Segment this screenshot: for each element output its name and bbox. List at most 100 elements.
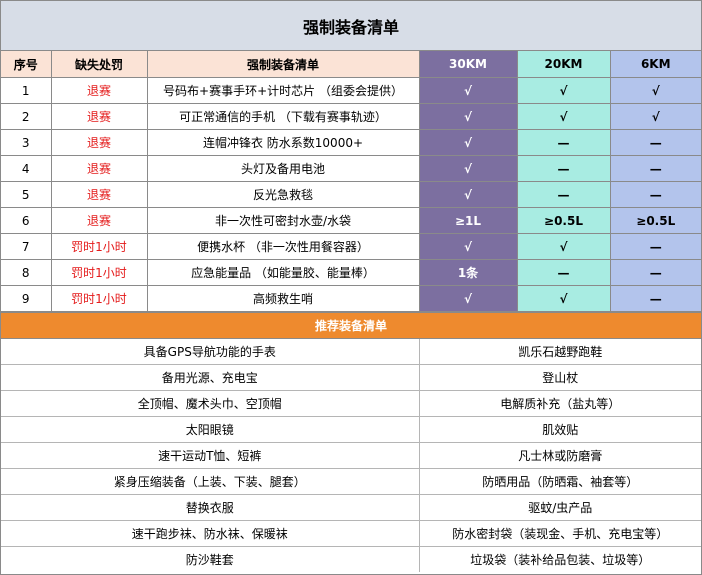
list-item: 具备GPS导航功能的手表 凯乐石越野跑鞋	[1, 339, 701, 365]
table-row: 2 退赛 可正常通信的手机 （下载有赛事轨迹） √ √ √	[1, 103, 701, 130]
table-row: 3 退赛 连帽冲锋衣 防水系数10000+ √ — —	[1, 129, 701, 156]
cell-penalty: 退赛	[50, 129, 148, 156]
cell-30km: √	[418, 233, 518, 260]
recommended-item-right: 凡士林或防磨膏	[418, 442, 701, 469]
cell-item: 头灯及备用电池	[146, 155, 420, 182]
recommended-item-left: 全顶帽、魔术头巾、空顶帽	[1, 390, 420, 417]
recommended-item-right: 电解质补充（盐丸等）	[418, 390, 701, 417]
cell-20km: √	[516, 233, 611, 260]
cell-20km: √	[516, 103, 611, 130]
cell-30km: √	[418, 77, 518, 104]
header-no: 序号	[1, 51, 52, 78]
table-row: 7 罚时1小时 便携水杯 （非一次性用餐容器） √ √ —	[1, 233, 701, 260]
cell-item: 可正常通信的手机 （下载有赛事轨迹）	[146, 103, 420, 130]
cell-no: 5	[1, 181, 52, 208]
mandatory-header-row: 序号 缺失处罚 强制装备清单 30KM 20KM 6KM	[1, 51, 701, 78]
list-item: 防沙鞋套 垃圾袋（装补给品包装、垃圾等）	[1, 546, 701, 572]
table-row: 8 罚时1小时 应急能量品 （如能量胶、能量棒） 1条 — —	[1, 259, 701, 286]
recommended-item-right: 防晒用品（防晒霜、袖套等）	[418, 468, 701, 495]
cell-6km: √	[609, 103, 701, 130]
equipment-sheet: 强制装备清单 序号 缺失处罚 强制装备清单 30KM 20KM 6KM 1 退赛号…	[0, 0, 702, 575]
cell-20km: —	[516, 181, 611, 208]
cell-6km: ≥0.5L	[609, 207, 701, 234]
list-item: 速干运动T恤、短裤 凡士林或防磨膏	[1, 442, 701, 469]
cell-item: 号码布+赛事手环+计时芯片 （组委会提供）	[146, 77, 420, 104]
cell-penalty: 退赛	[50, 207, 148, 234]
list-item: 备用光源、充电宝 登山杖	[1, 364, 701, 391]
recommended-item-left: 备用光源、充电宝	[1, 364, 420, 391]
cell-20km: ≥0.5L	[516, 207, 611, 234]
cell-penalty: 罚时1小时	[50, 285, 148, 312]
cell-item: 反光急救毯	[146, 181, 420, 208]
cell-penalty: 退赛	[50, 77, 148, 104]
cell-no: 7	[1, 233, 52, 260]
recommended-item-left: 替换衣服	[1, 494, 420, 521]
cell-30km: √	[418, 129, 518, 156]
recommended-item-right: 垃圾袋（装补给品包装、垃圾等）	[418, 546, 701, 572]
cell-item: 应急能量品 （如能量胶、能量棒）	[146, 259, 420, 286]
cell-20km: —	[516, 155, 611, 182]
cell-no: 4	[1, 155, 52, 182]
cell-30km: √	[418, 285, 518, 312]
header-20km: 20KM	[516, 51, 611, 78]
list-item: 太阳眼镜 肌效贴	[1, 416, 701, 443]
recommended-item-left: 太阳眼镜	[1, 416, 420, 443]
cell-6km: —	[609, 181, 701, 208]
cell-no: 8	[1, 259, 52, 286]
recommended-item-right: 肌效贴	[418, 416, 701, 443]
cell-no: 3	[1, 129, 52, 156]
cell-30km: √	[418, 103, 518, 130]
recommended-item-left: 防沙鞋套	[1, 546, 420, 572]
recommended-item-left: 具备GPS导航功能的手表	[1, 339, 420, 365]
cell-no: 2	[1, 103, 52, 130]
cell-item: 高频救生哨	[146, 285, 420, 312]
table-row: 9 罚时1小时 高频救生哨 √ √ —	[1, 285, 701, 312]
cell-penalty: 罚时1小时	[50, 259, 148, 286]
cell-6km: —	[609, 233, 701, 260]
table-row: 4 退赛 头灯及备用电池 √ — —	[1, 155, 701, 182]
cell-6km: √	[609, 77, 701, 104]
cell-item: 非一次性可密封水壶/水袋	[146, 207, 420, 234]
cell-penalty: 罚时1小时	[50, 233, 148, 260]
list-item: 替换衣服 驱蚊/虫产品	[1, 494, 701, 521]
recommended-item-left: 速干跑步袜、防水袜、保暖袜	[1, 520, 420, 547]
cell-penalty: 退赛	[50, 155, 148, 182]
cell-6km: —	[609, 129, 701, 156]
cell-penalty: 退赛	[50, 103, 148, 130]
recommended-item-right: 登山杖	[418, 364, 701, 391]
recommended-item-right: 驱蚊/虫产品	[418, 494, 701, 521]
cell-item: 连帽冲锋衣 防水系数10000+	[146, 129, 420, 156]
cell-20km: —	[516, 259, 611, 286]
cell-30km: 1条	[418, 259, 518, 286]
table-row: 5 退赛 反光急救毯 √ — —	[1, 181, 701, 208]
cell-no: 6	[1, 207, 52, 234]
recommended-item-left: 紧身压缩装备（上装、下装、腿套）	[1, 468, 420, 495]
cell-6km: —	[609, 285, 701, 312]
cell-item: 便携水杯 （非一次性用餐容器）	[146, 233, 420, 260]
header-6km: 6KM	[609, 51, 701, 78]
cell-20km: —	[516, 129, 611, 156]
recommended-table: 具备GPS导航功能的手表 凯乐石越野跑鞋 备用光源、充电宝 登山杖 全顶帽、魔术头巾、空…	[1, 339, 701, 572]
recommended-section-title: 推荐装备清单	[1, 312, 701, 339]
cell-no: 1	[1, 77, 52, 104]
header-item: 强制装备清单	[146, 51, 420, 78]
cell-30km: √	[418, 155, 518, 182]
list-item: 速干跑步袜、防水袜、保暖袜 防水密封袋（装现金、手机、充电宝等）	[1, 520, 701, 547]
list-item: 紧身压缩装备（上装、下装、腿套） 防晒用品（防晒霜、袖套等）	[1, 468, 701, 495]
list-item: 全顶帽、魔术头巾、空顶帽 电解质补充（盐丸等）	[1, 390, 701, 417]
cell-no: 9	[1, 285, 52, 312]
recommended-item-right: 防水密封袋（装现金、手机、充电宝等）	[418, 520, 701, 547]
table-row: 6 退赛 非一次性可密封水壶/水袋 ≥1L ≥0.5L ≥0.5L	[1, 207, 701, 234]
mandatory-table: 序号 缺失处罚 强制装备清单 30KM 20KM 6KM 1 退赛 号码布+赛事手环…	[1, 51, 701, 312]
header-30km: 30KM	[418, 51, 518, 78]
cell-20km: √	[516, 285, 611, 312]
header-penalty: 缺失处罚	[50, 51, 148, 78]
recommended-item-left: 速干运动T恤、短裤	[1, 442, 420, 469]
cell-20km: √	[516, 77, 611, 104]
page-title: 强制装备清单	[1, 1, 701, 51]
cell-30km: √	[418, 181, 518, 208]
recommended-item-right: 凯乐石越野跑鞋	[418, 339, 701, 365]
cell-6km: —	[609, 259, 701, 286]
cell-penalty: 退赛	[50, 181, 148, 208]
table-row: 1 退赛 号码布+赛事手环+计时芯片 （组委会提供） √ √ √	[1, 77, 701, 104]
